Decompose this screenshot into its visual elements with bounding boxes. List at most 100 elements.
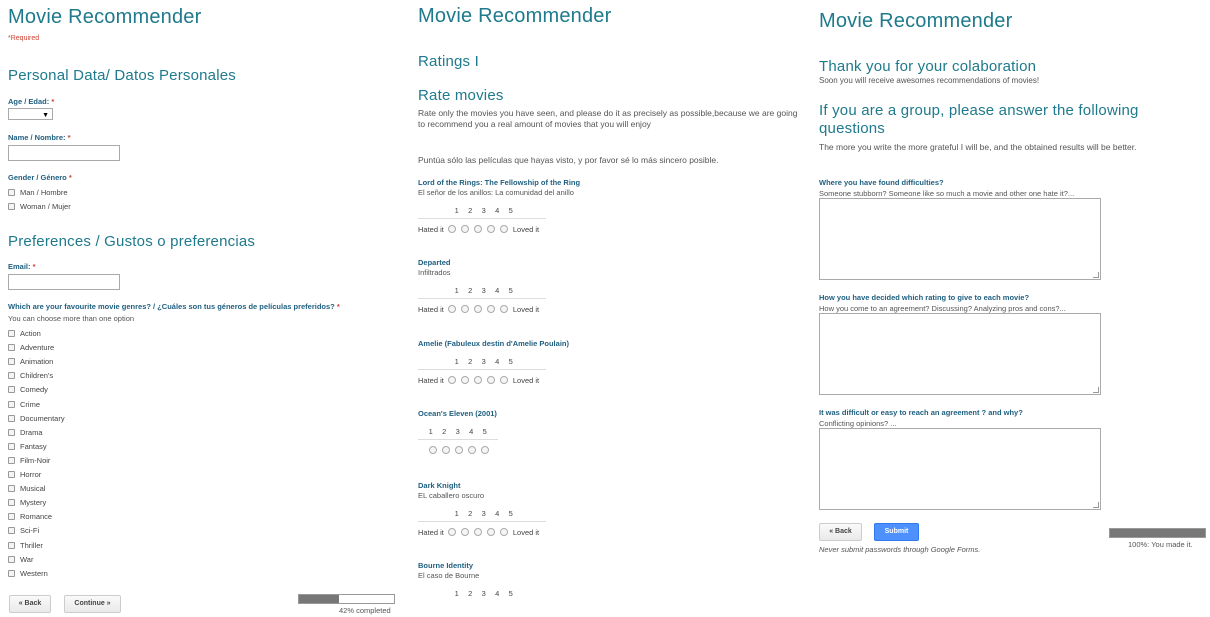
genre-option[interactable]: Crime	[8, 400, 40, 409]
submit-button[interactable]: Submit	[874, 523, 919, 541]
genre-option[interactable]: Drama	[8, 428, 43, 437]
resize-handle-icon[interactable]	[1093, 387, 1099, 393]
agreement-textarea[interactable]	[819, 428, 1101, 510]
checkbox[interactable]	[8, 456, 15, 464]
scale-number: 5	[482, 427, 487, 436]
genre-option[interactable]: War	[8, 555, 33, 564]
genre-option[interactable]: Documentary	[8, 414, 65, 423]
checkbox[interactable]	[8, 386, 15, 394]
scale-number: 1	[454, 357, 459, 366]
rating-radio[interactable]	[500, 528, 509, 536]
genre-option[interactable]: Thriller	[8, 541, 43, 550]
rating-radio[interactable]	[441, 446, 450, 454]
rating-radio[interactable]	[448, 305, 457, 313]
genre-option[interactable]: Children's	[8, 371, 53, 380]
checkbox[interactable]	[8, 414, 15, 422]
progress-text: 100%: You made it.	[1128, 540, 1193, 549]
scale-number: 2	[468, 357, 473, 366]
checkbox[interactable]	[8, 189, 15, 196]
genre-option[interactable]: Sci-Fi	[8, 526, 39, 535]
genre-option[interactable]: Adventure	[8, 343, 54, 352]
continue-button[interactable]: Continue »	[64, 595, 121, 613]
genre-option[interactable]: Mystery	[8, 498, 46, 507]
rating-radio[interactable]	[474, 528, 483, 536]
genre-option[interactable]: Comedy	[8, 385, 48, 394]
rating-radio[interactable]	[480, 446, 489, 454]
rating-radio[interactable]	[487, 376, 496, 384]
genre-option[interactable]: Horror	[8, 470, 41, 479]
checkbox[interactable]	[8, 485, 15, 493]
rating-radio[interactable]	[467, 446, 476, 454]
rating-radio[interactable]	[487, 528, 496, 536]
genre-option[interactable]: Animation	[8, 357, 53, 366]
rating-radio-row: Hated it Loved it	[418, 218, 546, 234]
checkbox[interactable]	[8, 541, 15, 549]
difficulties-textarea[interactable]	[819, 198, 1101, 280]
movie-subtitle: El señor de los anillos: La comunidad de…	[418, 188, 574, 197]
high-label: Loved it	[512, 305, 540, 314]
checkbox[interactable]	[8, 569, 15, 577]
rating-radio[interactable]	[428, 446, 437, 454]
genre-option[interactable]: Western	[8, 569, 48, 578]
scale-number: 2	[468, 589, 473, 598]
rating-radio[interactable]	[500, 305, 509, 313]
rating-radio[interactable]	[448, 528, 457, 536]
genre-option[interactable]: Romance	[8, 512, 52, 521]
gender-option-man[interactable]: Man / Hombre	[8, 188, 68, 197]
genre-option[interactable]: Fantasy	[8, 442, 47, 451]
checkbox[interactable]	[8, 400, 15, 408]
genre-option[interactable]: Action	[8, 329, 41, 338]
scale-number: 5	[508, 206, 513, 215]
checkbox[interactable]	[8, 442, 15, 450]
checkbox[interactable]	[8, 428, 15, 436]
checkbox[interactable]	[8, 527, 15, 535]
checkbox[interactable]	[8, 372, 15, 380]
back-button[interactable]: « Back	[9, 595, 51, 613]
rating-radio[interactable]	[454, 446, 463, 454]
rating-radio[interactable]	[474, 376, 483, 384]
rating-radio[interactable]	[461, 305, 470, 313]
scale-number: 5	[508, 286, 513, 295]
checkbox[interactable]	[8, 330, 15, 337]
resize-handle-icon[interactable]	[1093, 502, 1099, 508]
scale-number: 3	[481, 286, 486, 295]
genre-label: Crime	[20, 399, 40, 409]
rating-radio[interactable]	[461, 528, 470, 536]
checkbox[interactable]	[8, 358, 15, 366]
progress-fill	[299, 595, 339, 603]
rating-radio[interactable]	[461, 376, 470, 384]
checkbox[interactable]	[8, 471, 15, 478]
rating-scale-numbers: 12345	[450, 206, 518, 215]
rating-radio[interactable]	[500, 376, 509, 384]
genre-label: Sci-Fi	[20, 526, 40, 536]
rating-radio[interactable]	[500, 225, 509, 233]
age-select[interactable]: ▼	[8, 108, 53, 120]
chevron-down-icon: ▼	[42, 112, 49, 119]
progress-bar	[1109, 528, 1206, 538]
genre-option[interactable]: Musical	[8, 484, 45, 493]
resize-handle-icon[interactable]	[1093, 272, 1099, 278]
email-field[interactable]	[8, 274, 120, 290]
rating-radio[interactable]	[487, 305, 496, 313]
name-label: Name / Nombre: *	[8, 133, 71, 142]
rating-radio[interactable]	[461, 225, 470, 233]
genre-option[interactable]: Film-Noir	[8, 456, 50, 465]
rating-decision-textarea[interactable]	[819, 313, 1101, 395]
checkbox[interactable]	[8, 499, 15, 507]
name-field[interactable]	[8, 145, 120, 161]
genre-label: Drama	[20, 427, 43, 437]
rating-radio[interactable]	[448, 376, 457, 384]
back-button[interactable]: « Back	[819, 523, 862, 541]
movie-title: Amelie (Fabuleux destin d'Amelie Poulain…	[418, 339, 569, 348]
gender-option-woman[interactable]: Woman / Mujer	[8, 202, 71, 211]
checkbox[interactable]	[8, 555, 15, 563]
rating-radio[interactable]	[474, 305, 483, 313]
section-title-personal-data: Personal Data/ Datos Personales	[8, 67, 236, 84]
section-title-preferences: Preferences / Gustos o preferencias	[8, 233, 256, 250]
rating-radio[interactable]	[448, 225, 457, 233]
checkbox[interactable]	[8, 203, 15, 210]
checkbox[interactable]	[8, 344, 15, 352]
checkbox[interactable]	[8, 513, 15, 521]
rating-radio[interactable]	[474, 225, 483, 233]
rating-radio[interactable]	[487, 225, 496, 233]
